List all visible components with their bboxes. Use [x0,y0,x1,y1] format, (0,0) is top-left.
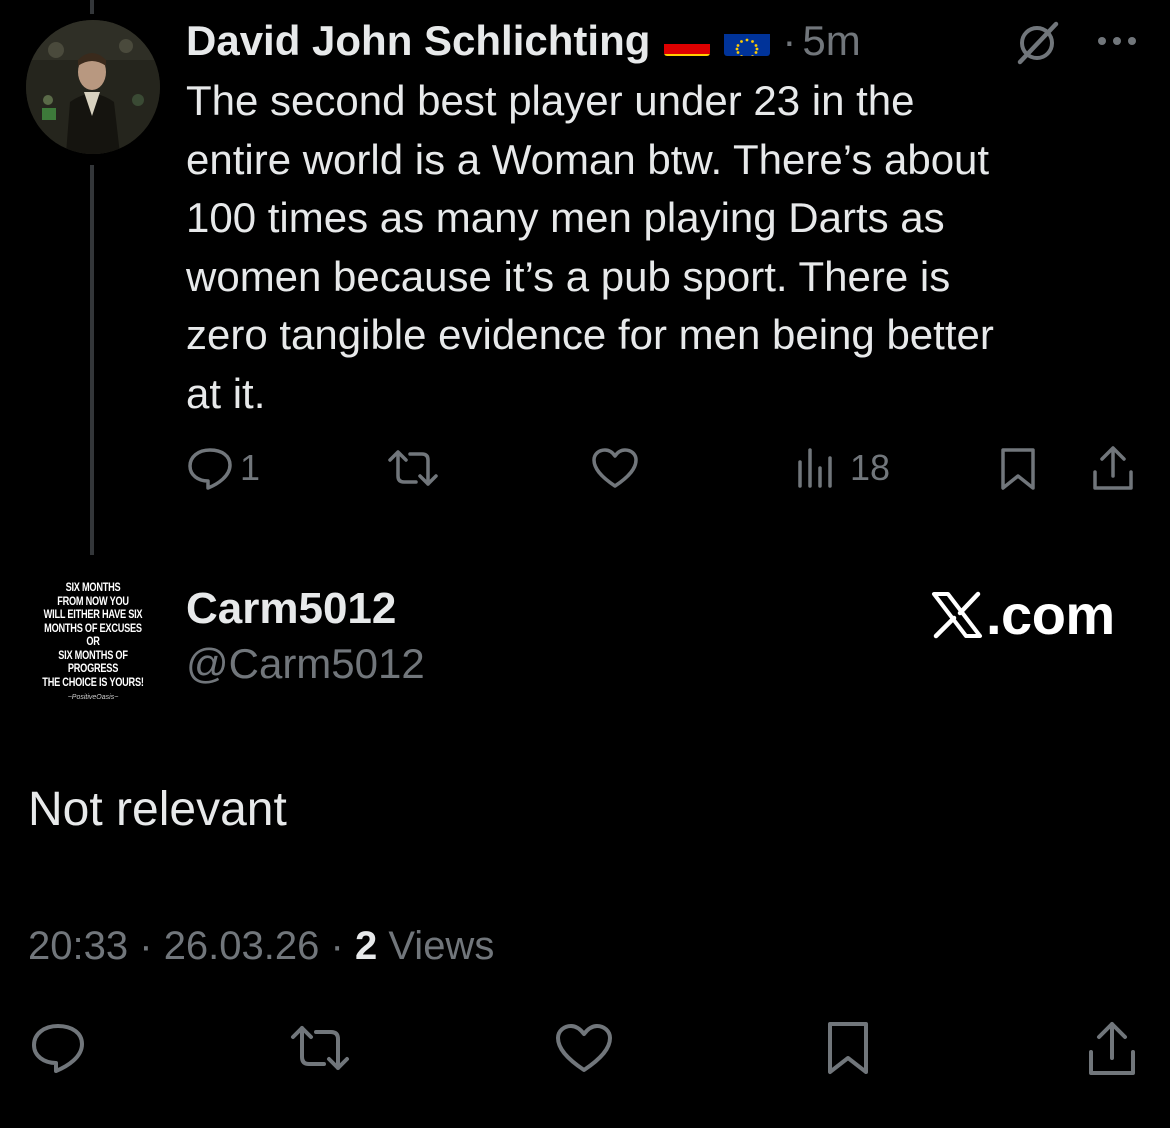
avatar-motto-text: SIX MONTHS FROM NOW YOU WILL EITHER HAVE… [42,582,144,689]
reply-post-text: Not relevant [28,783,287,836]
post-timestamp[interactable]: 5m [802,17,860,65]
views-icon [798,448,832,488]
parent-author-name[interactable]: David John Schlichting [186,17,650,65]
reply-icon [32,1024,84,1073]
x-logo-icon [932,591,982,638]
view-count: 18 [850,447,891,488]
reply-author-name[interactable]: Carm5012 [186,584,396,634]
reply-meta: 20:33 · 26.03.26 · 2 Views [28,924,494,969]
reply-icon [188,448,232,490]
parent-post-text: The second best player under 23 in the e… [186,77,994,417]
reply-views-label[interactable]: Views [388,924,494,968]
thread-line-top [90,0,94,14]
more-icon[interactable] [1094,26,1140,56]
bookmark-icon [1001,448,1035,490]
repost-button[interactable] [386,446,440,490]
reply-action-bar [0,1018,1170,1082]
parent-post-header: David John Schlichting · 5m [186,14,861,68]
flag-eu-icon [724,26,771,56]
thread-line [90,165,94,555]
share-button[interactable] [1090,444,1136,492]
post-separator: · [782,17,797,64]
reply-count: 1 [240,447,261,488]
portrait-image [26,20,160,154]
reply-author-handle[interactable]: @Carm5012 [186,640,425,688]
avatar-signature: ~PositiveOasis~ [67,694,119,701]
like-button[interactable] [590,446,640,490]
views-button[interactable]: 18 [796,446,890,490]
bookmark-button[interactable] [824,1020,872,1076]
flag-germany-icon [664,26,711,56]
bookmark-button[interactable] [998,446,1038,492]
repost-icon [291,1026,349,1070]
reply-views-count: 2 [354,924,378,968]
reply-button[interactable] [30,1022,86,1074]
reply-button[interactable]: 1 [186,446,260,490]
like-button[interactable] [554,1022,614,1074]
reply-date[interactable]: 26.03.26 [164,924,320,968]
grok-icon[interactable] [1012,20,1062,66]
like-icon [556,1024,612,1072]
parent-action-bar: 1 18 [0,440,1170,496]
reply-time[interactable]: 20:33 [28,924,128,968]
parent-author-avatar[interactable] [26,20,160,154]
repost-icon [388,450,438,486]
watermark-domain: .com [986,583,1115,646]
reply-author-avatar[interactable]: SIX MONTHS FROM NOW YOU WILL EITHER HAVE… [26,580,160,714]
meta-separator: · [139,924,153,968]
like-icon [592,448,638,488]
share-button[interactable] [1086,1020,1138,1078]
repost-button[interactable] [288,1022,352,1074]
bookmark-icon [828,1022,868,1074]
meta-separator: · [330,924,344,968]
share-icon [1093,446,1133,490]
share-icon [1089,1022,1135,1075]
x-com-watermark: .com [930,582,1115,647]
